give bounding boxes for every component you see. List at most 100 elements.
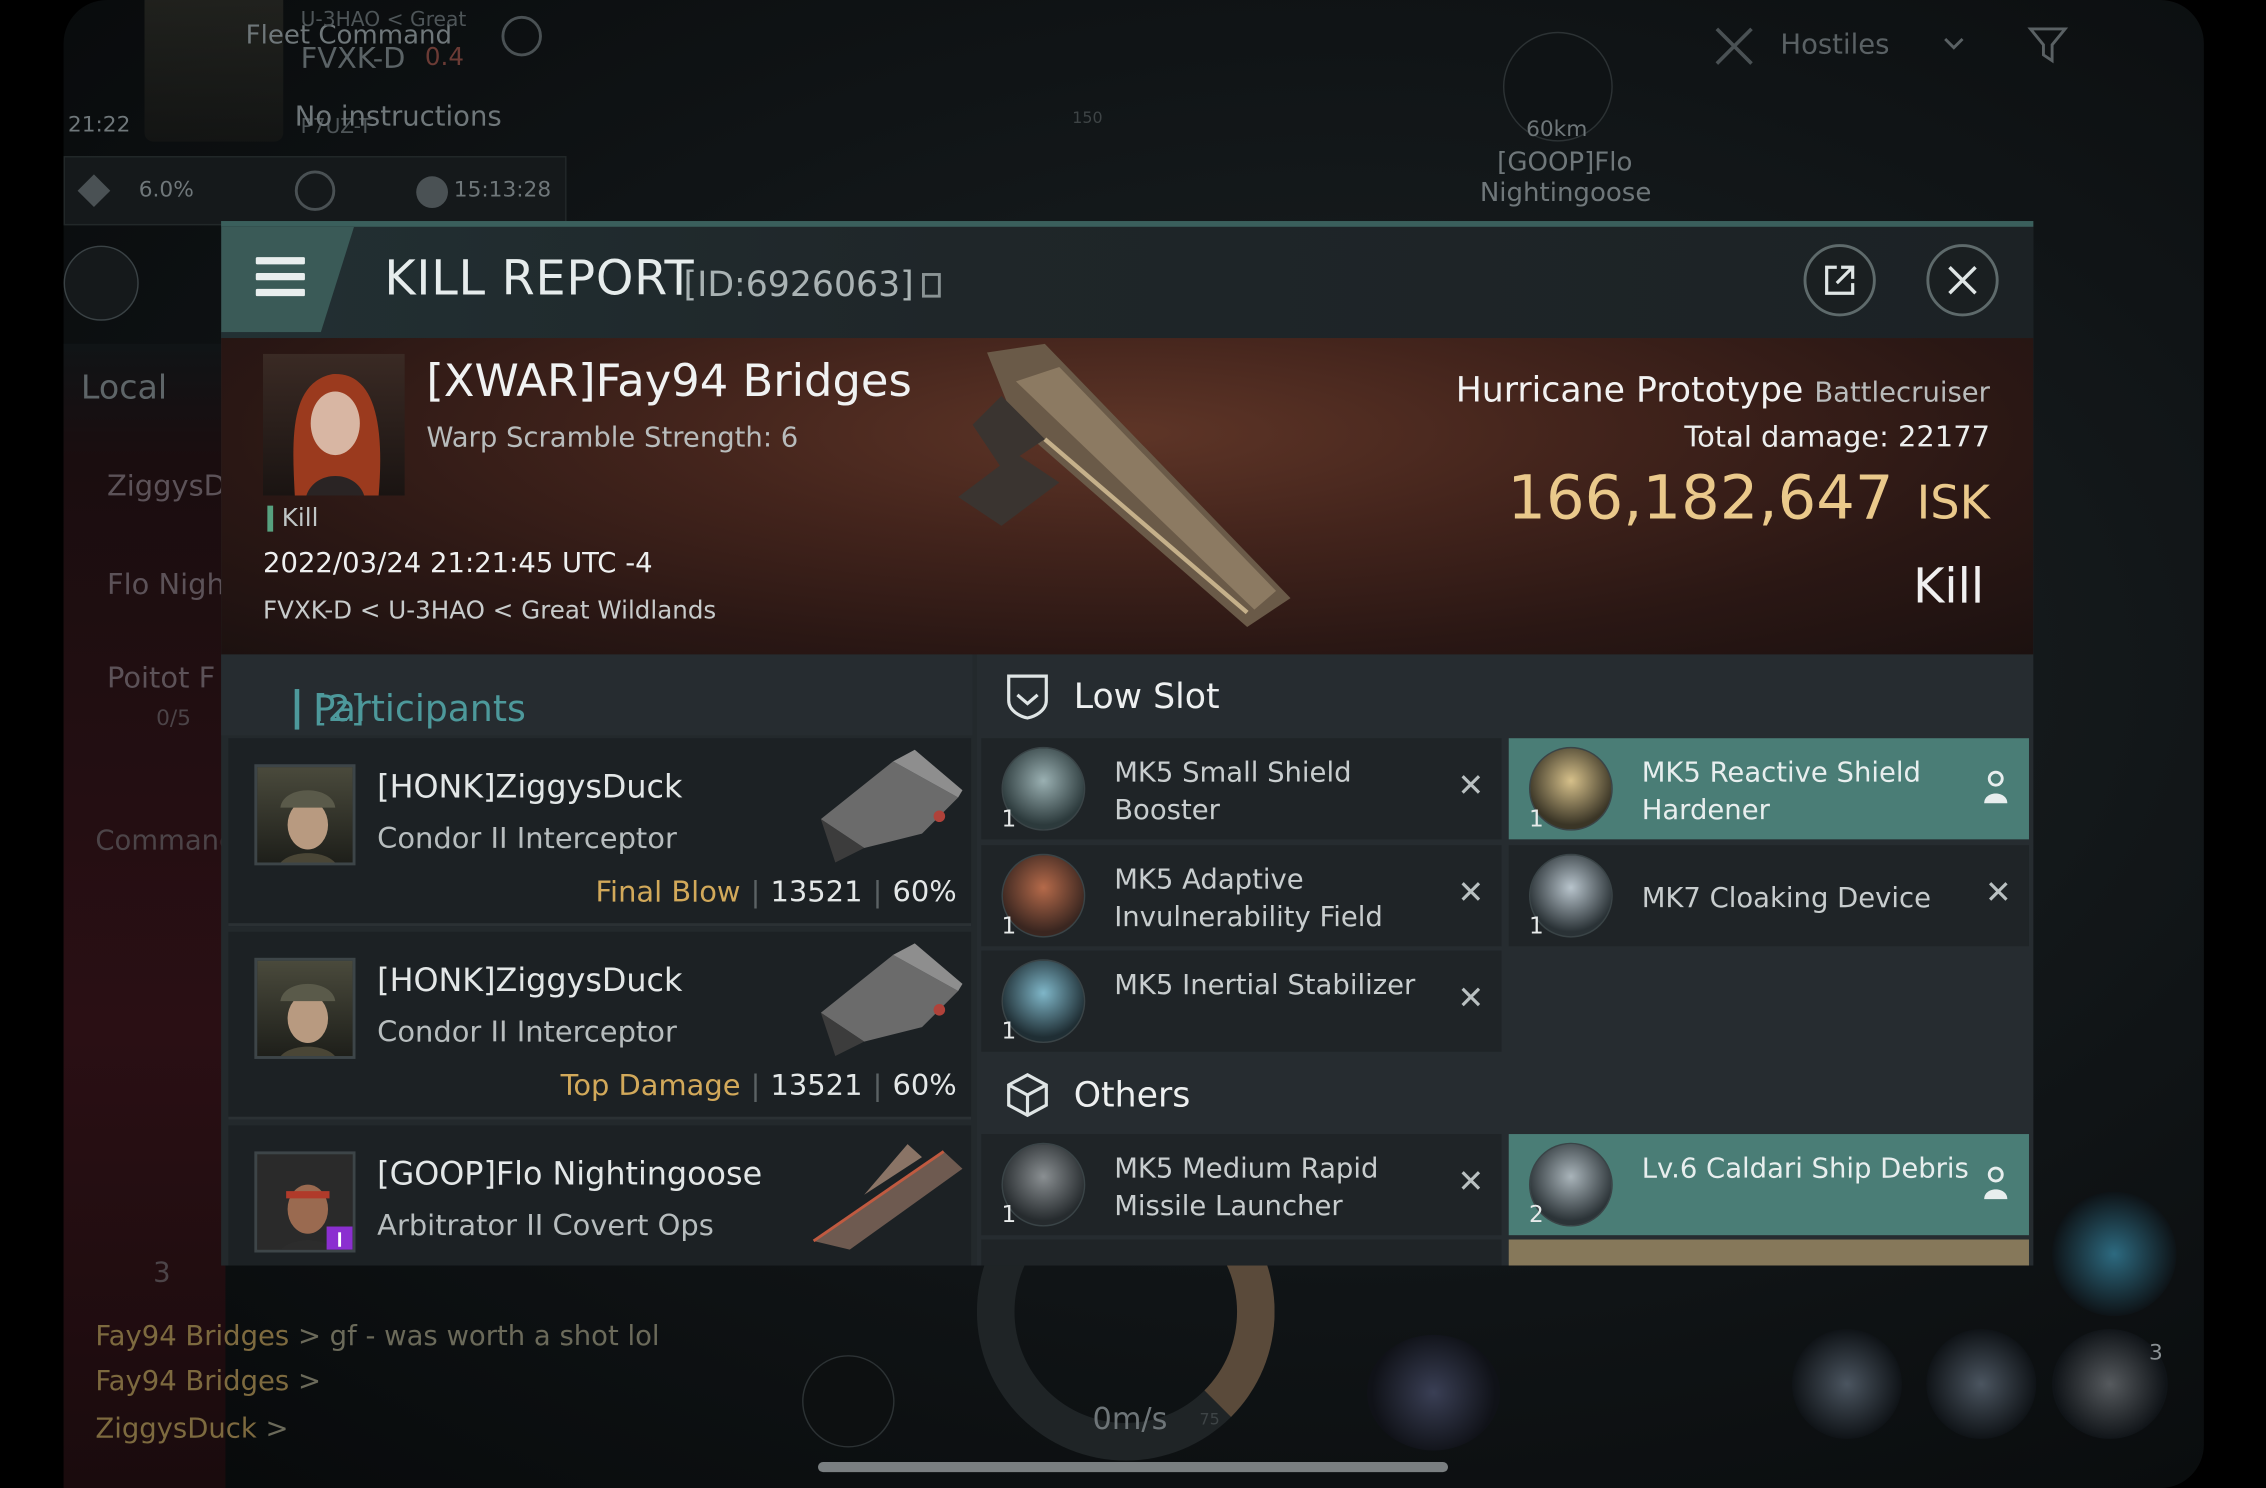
target-name-line2[interactable]: Nightingoose <box>1480 178 1651 208</box>
copy-icon[interactable] <box>922 273 942 298</box>
slot-item[interactable]: 1 MK5 Inertial Stabilizer ✕ <box>981 950 1502 1052</box>
final-blow-label: Final Blow <box>595 874 741 909</box>
item-quantity: 1 <box>1001 1200 1017 1228</box>
chat-message: > <box>256 1412 289 1445</box>
local-entry[interactable]: Poitot F <box>107 660 215 695</box>
kill-report-modal: KILL REPORT [ID:6926063] [XWAR]Fay94 Bri… <box>221 221 2034 1266</box>
destroyed-icon: ✕ <box>1457 980 1485 1018</box>
local-entry[interactable]: ZiggysD <box>107 468 226 503</box>
participant-ship-image <box>806 1137 965 1255</box>
current-system: FVXK-D <box>300 40 406 76</box>
clock-icon[interactable] <box>501 15 542 57</box>
module-slot[interactable] <box>1791 1329 1902 1439</box>
ship-class: Battlecruiser <box>1814 377 1990 409</box>
report-id-text: [ID:6926063] <box>683 264 914 305</box>
item-name: MK5 Small Shield Booster <box>1114 757 1352 827</box>
share-button[interactable] <box>1803 244 1876 317</box>
chat-message: > gf - was worth a shot lol <box>289 1320 660 1353</box>
participants-count: [2] <box>294 688 365 730</box>
overview-filter-select[interactable]: Hostiles <box>1780 29 1889 61</box>
participant-name[interactable]: [HONK]ZiggysDuck <box>377 964 682 1000</box>
participant-name[interactable]: [HONK]ZiggysDuck <box>377 770 682 806</box>
location-pin-button[interactable] <box>63 245 139 321</box>
local-tab[interactable]: Local <box>81 370 167 408</box>
chat-line: ZiggysDuck > <box>95 1413 288 1445</box>
item-name: MK7 Cloaking Device <box>1641 882 1932 915</box>
settings-icon[interactable] <box>802 1355 895 1448</box>
victim-name[interactable]: [XWAR]Fay94 Bridges <box>426 355 912 407</box>
system-security: 0.4 <box>424 43 464 73</box>
participant-avatar <box>254 1151 356 1253</box>
isk-unit: ISK <box>1916 475 1990 531</box>
chevron-down-icon[interactable] <box>1942 32 1965 55</box>
module-slot[interactable] <box>1367 1334 1501 1451</box>
speed-readout: 0m/s <box>1092 1401 1168 1436</box>
participant-row[interactable]: [GOOP]Flo Nightingoose Arbitrator II Cov… <box>228 1125 972 1266</box>
kill-location[interactable]: FVXK-D < U-3HAO < Great Wildlands <box>263 597 716 626</box>
slot-item[interactable]: 2 Lv.6 Caldari Ship Debris <box>1508 1134 2029 1236</box>
participant-row[interactable]: [HONK]ZiggysDuck Condor II Interceptor T… <box>228 931 972 1120</box>
others-header: Others <box>977 1053 2033 1137</box>
speed-tick: 75 <box>1199 1409 1220 1429</box>
ship-type: Hurricane Prototype <box>1455 369 1804 411</box>
participant-avatar <box>254 764 356 866</box>
victim-banner: [XWAR]Fay94 Bridges Warp Scramble Streng… <box>221 338 2034 655</box>
slot-item-partial[interactable] <box>981 1239 1502 1266</box>
target-name[interactable]: [GOOP]Flo <box>1497 147 1632 177</box>
module-slot[interactable] <box>2052 1191 2177 1317</box>
participant-damage-percent: 60% <box>892 1067 957 1103</box>
menu-button[interactable] <box>221 226 355 333</box>
chat-sender: Fay94 Bridges <box>95 1320 290 1353</box>
autopilot-icon[interactable] <box>294 170 336 211</box>
slot-item[interactable]: 1 MK7 Cloaking Device ✕ <box>1508 845 2029 947</box>
item-name: Lv.6 Caldari Ship Debris <box>1641 1152 1969 1185</box>
stat-divider: | <box>872 1067 883 1103</box>
ship-name[interactable]: Hurricane Prototype Battlecruiser <box>1456 370 1990 410</box>
low-slot-title: Low Slot <box>1073 676 1220 717</box>
isk-value: 166,182,647 ISK <box>1507 462 1990 533</box>
kill-tag: Kill <box>267 506 318 532</box>
participant-damage-percent: 60% <box>892 874 957 909</box>
target-distance: 60km <box>1526 115 1588 142</box>
item-name: MK5 Reactive Shield Hardener <box>1641 757 1921 827</box>
screen: Fleet Command U-3HAO < Great FVXK-D 0.4 … <box>0 0 2266 1488</box>
stat-divider: | <box>872 874 883 909</box>
participant-row[interactable]: [HONK]ZiggysDuck Condor II Interceptor F… <box>228 738 972 927</box>
member-count: 3 <box>153 1256 171 1289</box>
hamburger-icon <box>255 273 305 281</box>
modal-title: KILL REPORT <box>384 249 695 307</box>
item-name: MK5 Adaptive Invulnerability Field <box>1114 863 1383 934</box>
item-quantity: 1 <box>1528 911 1544 940</box>
kill-datetime: 2022/03/24 21:21:45 UTC -4 <box>263 547 653 580</box>
local-panel <box>63 343 226 1488</box>
slot-item[interactable]: 1 MK5 Medium Rapid Missile Launcher ✕ <box>981 1134 1502 1236</box>
cube-icon <box>1007 1073 1048 1118</box>
destroyed-icon: ✕ <box>1457 768 1485 805</box>
slot-item[interactable]: 1 MK5 Adaptive Invulnerability Field ✕ <box>981 845 1502 947</box>
stat-divider: | <box>750 874 761 909</box>
stat-divider: | <box>750 1067 761 1103</box>
share-icon <box>1825 265 1855 295</box>
item-quantity: 1 <box>1001 911 1017 940</box>
filter-icon[interactable] <box>2026 23 2069 66</box>
destroyed-icon: ✕ <box>1457 1164 1485 1201</box>
close-button[interactable] <box>1926 244 1999 317</box>
local-entry[interactable]: Flo Nigh <box>107 566 225 601</box>
victim-portrait[interactable] <box>263 353 405 496</box>
participant-name[interactable]: [GOOP]Flo Nightingoose <box>377 1157 762 1193</box>
item-quantity: 1 <box>1001 804 1017 833</box>
module-slot[interactable] <box>1926 1329 2037 1439</box>
chat-sender: Fay94 Bridges <box>95 1365 290 1397</box>
total-damage: Total damage: 22177 <box>1684 419 1990 454</box>
slot-item[interactable]: 1 MK5 Small Shield Booster ✕ <box>981 738 1502 840</box>
local-entry[interactable]: Command <box>95 825 236 857</box>
chat-message: > <box>289 1365 321 1397</box>
person-icon <box>1984 1166 2008 1200</box>
report-id[interactable]: [ID:6926063] <box>683 264 942 305</box>
destroyed-icon: ✕ <box>1985 875 2012 912</box>
item-name: MK5 Medium Rapid Missile Launcher <box>1114 1152 1379 1223</box>
slot-item[interactable]: 1 MK5 Reactive Shield Hardener <box>1508 738 2029 840</box>
server-time: 15:13:28 <box>453 176 552 203</box>
participant-damage: 13521 <box>770 874 863 909</box>
slot-item-partial[interactable] <box>1508 1239 2029 1266</box>
